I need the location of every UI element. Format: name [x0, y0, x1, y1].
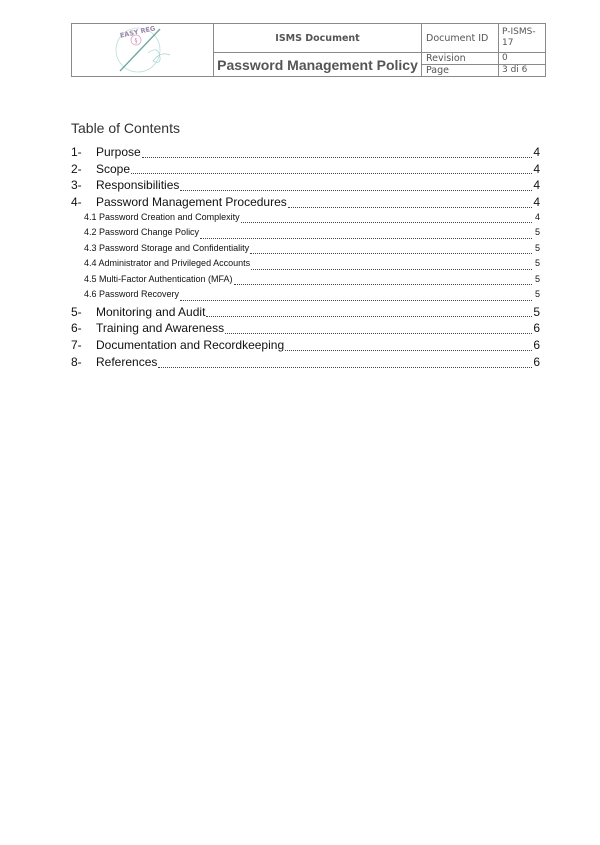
toc-entry-label[interactable]: 4.5 Multi-Factor Authentication (MFA) — [84, 274, 233, 284]
toc-entry-page: 5 — [534, 227, 540, 238]
doc-type-label: ISMS Document — [213, 23, 422, 53]
document-id-label: Document ID — [421, 23, 499, 53]
toc-dot-leader — [131, 173, 532, 175]
logo-text: EASY REG — [119, 25, 156, 40]
revision-value: 0 — [498, 52, 546, 65]
toc-entry[interactable]: 4- Password Management Procedures 4 — [71, 195, 540, 212]
toc-entry-page: 6 — [533, 321, 540, 336]
toc-entry-number: 1- — [71, 145, 82, 159]
doc-title: Password Management Policy — [213, 52, 422, 77]
toc-entry-page: 5 — [534, 273, 540, 284]
toc-entry-page: 5 — [533, 304, 540, 319]
toc-entry-label[interactable]: 4.4 Administrator and Privileged Account… — [84, 258, 250, 268]
toc-dot-leader — [200, 237, 532, 239]
toc-entry[interactable]: 8- References 6 — [71, 355, 540, 372]
table-of-contents: 1- Purpose 4 2- Scope 4 3- Responsibilities 4 4- P… — [71, 145, 540, 372]
easy-reg-logo-icon: § EASY REG — [115, 25, 170, 73]
toc-entry-number: 7- — [71, 338, 82, 353]
toc-dot-leader — [240, 222, 532, 224]
toc-dot-leader — [233, 284, 532, 286]
toc-entry-label[interactable]: Documentation and Recordkeeping — [96, 338, 284, 352]
toc-entry-page: 4 — [533, 195, 540, 210]
toc-entry-label[interactable]: References — [96, 355, 157, 369]
toc-heading: Table of Contents — [71, 120, 180, 136]
toc-entry-number: 2- — [71, 161, 82, 176]
toc-dot-leader — [180, 299, 532, 301]
toc-entry-label[interactable]: 4.2 Password Change Policy — [84, 227, 199, 237]
toc-entry-number: 8- — [71, 354, 82, 369]
toc-entry[interactable]: 4.5 Multi-Factor Authentication (MFA) 5 — [71, 274, 540, 290]
document-id-value: P-ISMS-17 — [498, 23, 546, 53]
toc-entry-label[interactable]: 4.1 Password Creation and Complexity — [84, 212, 240, 222]
toc-entry-page: 4 — [533, 145, 540, 159]
toc-entry-label[interactable]: Training and Awareness — [96, 321, 224, 335]
toc-entry-label[interactable]: Purpose — [96, 145, 141, 159]
revision-label: Revision — [421, 52, 499, 65]
toc-entry[interactable]: 6- Training and Awareness 6 — [71, 321, 540, 338]
toc-dot-leader — [250, 253, 532, 255]
page-label: Page — [421, 64, 499, 77]
toc-entry[interactable]: 7- Documentation and Recordkeeping 6 — [71, 338, 540, 355]
toc-entry-label[interactable]: 4.6 Password Recovery — [84, 289, 179, 299]
toc-entry-page: 4 — [534, 211, 540, 222]
toc-entry-page: 5 — [534, 289, 540, 300]
toc-entry-page: 4 — [533, 178, 540, 193]
toc-entry-page: 6 — [533, 354, 540, 369]
toc-entry-page: 6 — [533, 338, 540, 353]
toc-entry[interactable]: 4.1 Password Creation and Complexity 4 — [71, 212, 540, 228]
toc-entry[interactable]: 4.4 Administrator and Privileged Account… — [71, 258, 540, 274]
toc-dot-leader — [285, 349, 532, 351]
toc-entry[interactable]: 2- Scope 4 — [71, 162, 540, 179]
toc-entry-label[interactable]: Responsibilities — [96, 178, 179, 192]
toc-entry-label[interactable]: 4.3 Password Storage and Confidentiality — [84, 243, 249, 253]
toc-entry-page: 4 — [533, 161, 540, 176]
toc-dot-leader — [180, 190, 532, 192]
toc-dot-leader — [251, 268, 532, 270]
toc-entry[interactable]: 5- Monitoring and Audit 5 — [71, 305, 540, 322]
toc-entry-label[interactable]: Password Management Procedures — [96, 195, 287, 209]
toc-entry-number: 3- — [71, 178, 82, 193]
document-header-table: § EASY REG ISMS Document Document ID P-I… — [71, 23, 546, 77]
toc-entry-page: 5 — [534, 242, 540, 253]
toc-dot-leader — [158, 366, 532, 368]
toc-entry-number: 5- — [71, 304, 82, 319]
logo-cell: § EASY REG — [71, 23, 214, 77]
toc-dot-leader — [141, 156, 532, 158]
toc-entry[interactable]: 4.2 Password Change Policy 5 — [71, 227, 540, 243]
toc-entry-number: 6- — [71, 321, 82, 336]
toc-entry-page: 5 — [534, 258, 540, 269]
toc-dot-leader — [206, 316, 532, 318]
toc-entry[interactable]: 3- Responsibilities 4 — [71, 178, 540, 195]
toc-dot-leader — [225, 333, 532, 335]
toc-dot-leader — [287, 206, 532, 208]
svg-text:§: § — [134, 38, 137, 45]
toc-entry-label[interactable]: Monitoring and Audit — [96, 305, 205, 319]
page-value: 3 di 6 — [498, 64, 546, 77]
toc-entry-number: 4- — [71, 195, 82, 210]
toc-entry[interactable]: 4.3 Password Storage and Confidentiality… — [71, 243, 540, 259]
toc-entry[interactable]: 1- Purpose 4 — [71, 145, 540, 162]
toc-entry-label[interactable]: Scope — [96, 162, 130, 176]
toc-entry[interactable]: 4.6 Password Recovery 5 — [71, 289, 540, 305]
